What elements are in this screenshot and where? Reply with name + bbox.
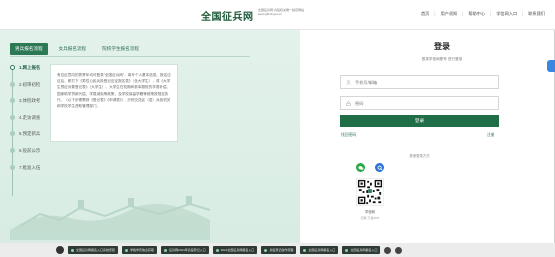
site-logo[interactable]: 全国征兵网 [201,8,254,23]
nav-user-notice[interactable]: 用户须知 [440,11,457,17]
process-panel: 男兵报名流程 女兵报名流程 院校学生报名流程 1.网上报名 2.初审初检 3.体… [0,30,300,243]
wechat-login-icon[interactable] [356,163,365,172]
step-dot [10,131,15,137]
taskbar-item-label: 征兵网2024年兵役登记入口 [169,248,206,252]
forgot-password-link[interactable]: 找回密码 [341,133,356,138]
nav-separator: | [490,11,492,16]
process-tabs: 男兵报名流程 女兵报名流程 院校学生报名流程 [10,43,144,55]
nav-separator: | [522,11,524,16]
qr-subtitle: 扫码 下载APP [360,216,380,220]
step-label: 7.批准入伍 [19,164,41,170]
step-item[interactable]: 7.批准入伍 [10,164,70,181]
password-field[interactable] [340,96,499,110]
step-dot [10,147,15,153]
step-dot [10,98,15,104]
taskbar-item[interactable]: 2024全国征兵网报名入口 [212,246,258,254]
taskbar-item[interactable]: 征兵网2024年兵役登记入口 [161,246,209,254]
taskbar-next-icon[interactable] [395,246,403,254]
taskbar-item-icon [215,248,219,252]
other-login-label: 其他登录方式 [409,154,430,158]
step-dot [10,81,15,87]
step-label: 2.初审初检 [19,81,41,87]
login-subtitle: 登录学信网账号 进行登录 [421,57,463,61]
step-dot [10,65,15,70]
taskbar-item-label: 兵役登记操作流程 [269,248,294,252]
taskbar-item-label: 学籍学历信息获取 [130,248,155,252]
login-panel: 登录 登录学信网账号 进行登录 登录 找回密码 注册 其他登录方式 学信网 扫码… [300,30,555,243]
taskbar-item[interactable]: 全国征兵网报名入口系统安装 [68,246,119,254]
nav-help-center[interactable]: 帮助中心 [468,11,485,17]
password-input[interactable] [355,100,485,106]
taskbar-item-icon [125,248,129,252]
taskbar-item-icon [345,248,349,252]
nav-separator: | [462,11,464,16]
register-link[interactable]: 注册 [487,133,495,138]
site-logo-subtitle: 全国征兵网·兵役机关唯一指定网站 www.gfbzb.gov.cn [258,8,304,16]
tab-male-process[interactable]: 男兵报名流程 [10,43,48,55]
step-label: 4.走访调查 [19,114,41,120]
login-title: 登录 [434,42,450,51]
taskbar-item-icon [71,248,74,252]
side-float-tab[interactable] [547,60,555,72]
taskbar-item[interactable]: 全国征兵网报名入口 [342,246,381,254]
bottom-taskbar: 全国征兵网报名入口系统安装 学籍学历信息获取 征兵网2024年兵役登记入口 20… [0,243,555,257]
taskbar-item-label: 全国征兵网报名入口 [350,248,378,252]
login-button[interactable]: 登录 [340,115,499,127]
qr-label: 学信网 [365,210,375,214]
search-login-icon[interactable] [375,163,384,172]
taskbar-item-icon [303,248,307,252]
user-icon [346,79,351,85]
taskbar-start-icon[interactable] [56,246,64,254]
taskbar-item-label: 2024全国征兵网报名入口 [220,248,255,252]
nav-home[interactable]: 首页 [421,11,429,17]
step-description-box: 有应征意向的男青年均可登录“全国征兵网”，填写个人基本信息、报名应征后，即打下《… [50,64,178,142]
taskbar-item-icon [164,248,168,252]
great-wall-illustration [10,196,210,240]
taskbar-item[interactable]: 全国征兵网报名入口 [300,246,339,254]
taskbar-item[interactable]: 学籍学历信息获取 [122,246,158,254]
nav-chsi-entry[interactable]: 学信网入口 [496,11,517,17]
step-label: 5.预定新兵 [19,131,41,137]
logo-subtitle-line2: www.gfbzb.gov.cn [258,12,282,16]
account-input[interactable] [355,79,485,85]
qr-code [356,178,384,206]
tab-female-process[interactable]: 女兵报名流程 [54,43,92,55]
taskbar-item[interactable]: 兵役登记操作流程 [261,246,297,254]
account-field[interactable] [340,75,499,89]
lock-icon [346,100,351,106]
tab-student-process[interactable]: 院校学生报名流程 [97,43,144,55]
step-description: 有应征意向的男青年均可登录“全国征兵网”，填写个人基本信息、报名应征后，即打下《… [57,73,171,109]
step-item[interactable]: 6.役前公示 [10,147,70,164]
step-label: 6.役前公示 [19,147,41,153]
step-dot [10,164,15,170]
step-label: 3.体检政考 [19,98,41,104]
taskbar-item-label: 全国征兵网报名入口系统安装 [76,248,116,252]
nav-separator: | [434,11,436,16]
nav-contact-us[interactable]: 联系我们 [528,11,545,17]
step-label: 1.网上报名 [19,65,41,70]
taskbar-item-icon [264,248,268,252]
taskbar-item-label: 全国征兵网报名入口 [308,248,336,252]
step-dot [10,114,15,120]
top-nav: 首页 | 用户须知 | 帮助中心 | 学信网入口 | 联系我们 [421,11,545,17]
taskbar-prev-icon[interactable] [384,246,392,254]
site-header: 全国征兵网 全国征兵网·兵役机关唯一指定网站 www.gfbzb.gov.cn … [0,0,555,30]
tab-divider [10,56,250,57]
